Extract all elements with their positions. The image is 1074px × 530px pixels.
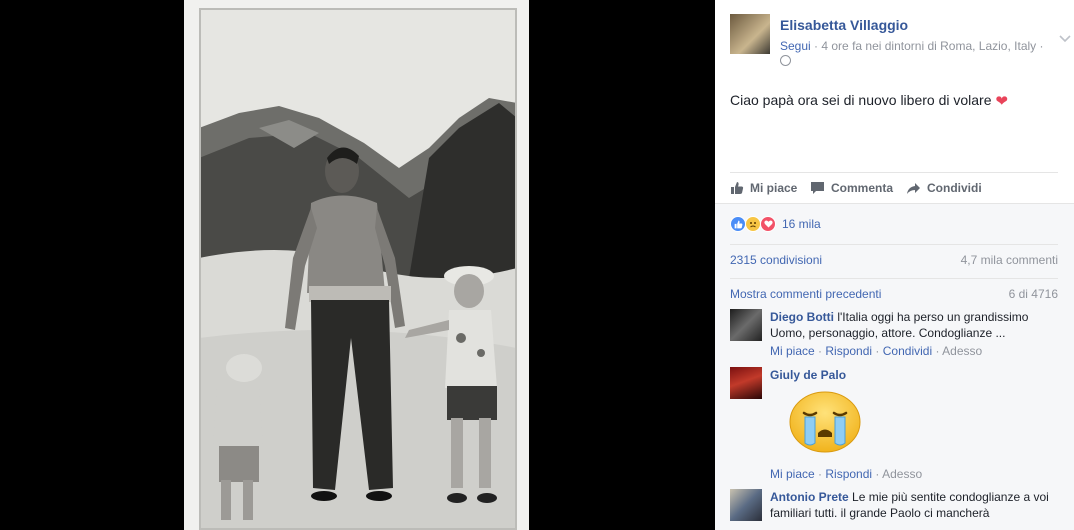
post-message: Ciao papà ora sei di nuovo libero di vol… — [730, 91, 1008, 111]
love-reaction-icon — [760, 216, 776, 232]
post-message-text: Ciao papà ora sei di nuovo libero di vol… — [730, 92, 992, 108]
author-avatar[interactable] — [730, 14, 770, 54]
photo-print[interactable] — [184, 0, 529, 530]
share-button[interactable]: Condividi — [906, 181, 982, 195]
comment-like-link[interactable]: Mi piace — [770, 467, 815, 481]
reactions-count[interactable]: 16 mila — [782, 217, 821, 231]
post-meta-text: · 4 ore fa nei dintorni di Roma, Lazio, … — [814, 39, 1044, 53]
post-meta: Segui · 4 ore fa nei dintorni di Roma, L… — [780, 39, 1044, 54]
comment-body: Antonio Prete Le mie più sentite condogl… — [770, 489, 1060, 521]
comment-item: Diego Botti l'Italia oggi ha perso un gr… — [730, 309, 1060, 361]
commenter-name[interactable]: Diego Botti — [770, 310, 834, 324]
comments-count[interactable]: 4,7 mila commenti — [961, 253, 1058, 267]
author-name[interactable]: Elisabetta Villaggio — [780, 17, 908, 33]
crying-face-sticker — [788, 391, 862, 453]
speech-bubble-icon — [810, 181, 825, 195]
share-arrow-icon — [906, 182, 921, 195]
comment-links: Mi piace · Rispondi · Condividi · Adesso — [770, 344, 982, 358]
divider — [730, 244, 1058, 245]
comment-body: Giuly de Palo — [770, 367, 1060, 383]
shares-count[interactable]: 2315 condivisioni — [730, 253, 822, 267]
share-label: Condividi — [927, 181, 982, 195]
comment-label: Commenta — [831, 181, 894, 195]
separator: · — [875, 344, 883, 358]
comment-item: Giuly de Palo Mi piace · Rispondi · Ades… — [730, 367, 1060, 481]
comment-button[interactable]: Commenta — [810, 181, 893, 195]
heart-icon: ❤ — [995, 93, 1008, 110]
like-label: Mi piace — [750, 181, 798, 195]
sad-reaction-icon — [745, 216, 761, 232]
comment-body: Diego Botti l'Italia oggi ha perso un gr… — [770, 309, 1060, 341]
globe-icon — [780, 55, 791, 66]
commenter-avatar[interactable] — [730, 367, 762, 399]
comment-time: Adesso — [942, 344, 983, 358]
chevron-down-icon[interactable] — [1059, 32, 1071, 46]
follow-link[interactable]: Segui — [780, 39, 811, 53]
more-comments-link[interactable]: Mostra commenti precedenti — [730, 287, 881, 301]
photo-image — [199, 8, 517, 530]
comment-item: Antonio Prete Le mie più sentite condogl… — [730, 489, 1060, 529]
comment-reply-link[interactable]: Rispondi — [825, 467, 872, 481]
comment-time: Adesso — [882, 467, 923, 481]
post-actions: Mi piace Commenta Condividi — [730, 172, 1058, 203]
feedback-section: 16 mila 2315 condivisioni 4,7 mila comme… — [715, 203, 1074, 530]
commenter-name[interactable]: Antonio Prete — [770, 490, 849, 504]
comments-page-count: 6 di 4716 — [1008, 287, 1058, 301]
comment-share-link[interactable]: Condividi — [883, 344, 932, 358]
commenter-avatar[interactable] — [730, 309, 762, 341]
comment-links: Mi piace · Rispondi · Adesso — [770, 467, 922, 481]
divider — [730, 278, 1058, 279]
like-reaction-icon — [730, 216, 746, 232]
photo-viewer — [0, 0, 715, 530]
post-panel: Elisabetta Villaggio Segui · 4 ore fa ne… — [715, 0, 1074, 530]
thumbs-up-icon — [730, 181, 744, 195]
like-button[interactable]: Mi piace — [730, 181, 797, 195]
commenter-avatar[interactable] — [730, 489, 762, 521]
reactions-summary[interactable]: 16 mila — [730, 216, 821, 232]
comment-like-link[interactable]: Mi piace — [770, 344, 815, 358]
comment-reply-link[interactable]: Rispondi — [825, 344, 872, 358]
commenter-name[interactable]: Giuly de Palo — [770, 368, 846, 382]
